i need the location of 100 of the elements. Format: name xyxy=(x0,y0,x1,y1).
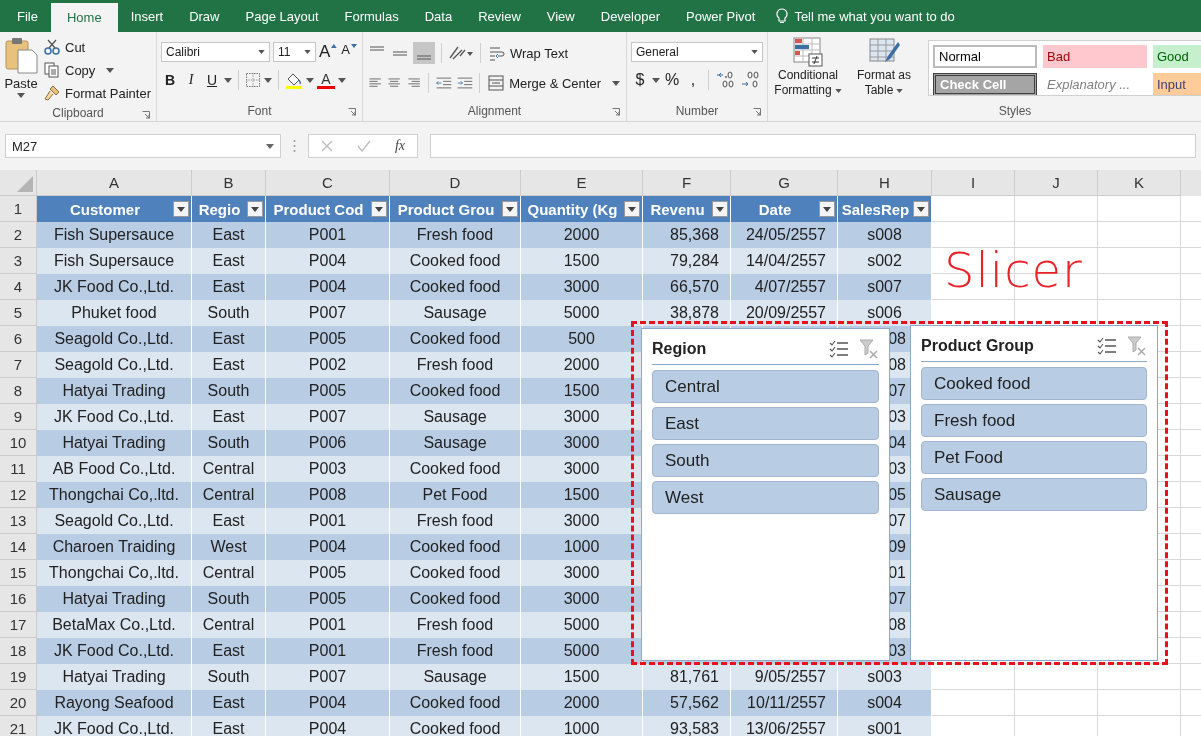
row-number[interactable]: 13 xyxy=(0,508,37,534)
row-number[interactable]: 1 xyxy=(0,196,37,222)
caret-icon[interactable] xyxy=(338,77,346,83)
caret-icon[interactable] xyxy=(652,77,660,83)
percent-button[interactable]: % xyxy=(663,70,681,90)
filter-button[interactable] xyxy=(371,201,387,217)
fill-color-icon[interactable] xyxy=(285,71,303,89)
slicer-item[interactable]: Pet Food xyxy=(921,441,1147,474)
row-number[interactable]: 11 xyxy=(0,456,37,482)
row-number[interactable]: 6 xyxy=(0,326,37,352)
currency-button[interactable]: $ xyxy=(631,70,649,90)
filter-button[interactable] xyxy=(173,201,189,217)
ribbon-tab[interactable]: Formulas xyxy=(331,0,412,32)
column-letter[interactable]: H xyxy=(838,170,932,196)
merge-center-button[interactable]: Merge & Center xyxy=(486,72,622,94)
column-letter[interactable]: F xyxy=(643,170,731,196)
cut-button[interactable]: Cut xyxy=(42,36,153,58)
column-letter[interactable]: B xyxy=(192,170,266,196)
insert-function-button[interactable]: fx xyxy=(394,138,405,154)
number-format-dropdown[interactable]: General xyxy=(631,42,763,62)
row-number[interactable]: 16 xyxy=(0,586,37,612)
column-letter[interactable]: K xyxy=(1098,170,1181,196)
row-number[interactable]: 20 xyxy=(0,690,37,716)
column-letter[interactable]: D xyxy=(390,170,521,196)
row-number[interactable]: 3 xyxy=(0,248,37,274)
filter-button[interactable] xyxy=(624,201,640,217)
filter-button[interactable] xyxy=(819,201,835,217)
ribbon-tab[interactable]: Review xyxy=(465,0,534,32)
increase-decimal-icon[interactable] xyxy=(715,70,737,90)
row-number[interactable]: 19 xyxy=(0,664,37,690)
filter-button[interactable] xyxy=(247,201,263,217)
ribbon-tab[interactable]: Draw xyxy=(176,0,233,32)
cell-style[interactable]: Explanatory ... xyxy=(1043,73,1147,95)
cell-style[interactable]: Bad xyxy=(1043,45,1147,68)
row-number[interactable]: 4 xyxy=(0,274,37,300)
row-number[interactable]: 10 xyxy=(0,430,37,456)
row-number[interactable]: 18 xyxy=(0,638,37,664)
underline-button[interactable]: U xyxy=(203,70,221,90)
cell-style[interactable]: Normal xyxy=(933,45,1037,68)
borders-icon[interactable] xyxy=(245,72,261,88)
shrink-font-button[interactable]: A xyxy=(340,42,358,62)
ribbon-tab[interactable]: Insert xyxy=(117,0,177,32)
dialog-launcher-icon[interactable] xyxy=(753,108,761,116)
column-letter[interactable]: C xyxy=(266,170,390,196)
dialog-launcher-icon[interactable] xyxy=(612,108,620,116)
cell-style[interactable]: Input xyxy=(1153,73,1201,95)
dialog-launcher-icon[interactable] xyxy=(348,108,356,116)
filter-button[interactable] xyxy=(712,201,728,217)
grow-font-button[interactable]: A xyxy=(319,42,337,62)
format-as-table-button[interactable]: Format as Table xyxy=(848,36,920,101)
format-painter-button[interactable]: Format Painter xyxy=(42,82,153,104)
slicer-item[interactable]: Fresh food xyxy=(921,404,1147,437)
column-letter[interactable]: A xyxy=(37,170,192,196)
column-letter[interactable]: J xyxy=(1015,170,1098,196)
formula-input[interactable] xyxy=(430,134,1196,158)
tell-me-search[interactable]: Tell me what you want to do xyxy=(794,8,955,24)
conditional-formatting-button[interactable]: Conditional Formatting xyxy=(772,36,844,101)
wrap-text-button[interactable]: Wrap Text xyxy=(487,42,571,64)
dialog-launcher-icon[interactable] xyxy=(142,111,150,119)
row-number[interactable]: 17 xyxy=(0,612,37,638)
ribbon-tab[interactable]: View xyxy=(533,0,588,32)
comma-button[interactable]: , xyxy=(684,70,702,90)
slicer-item[interactable]: Central xyxy=(652,370,879,403)
ribbon-tab[interactable]: Home xyxy=(50,3,118,32)
ribbon-tab[interactable]: Data xyxy=(411,0,466,32)
font-color-button[interactable]: A xyxy=(317,71,335,89)
slicer-item[interactable]: East xyxy=(652,407,879,440)
row-number[interactable]: 5 xyxy=(0,300,37,326)
caret-icon[interactable] xyxy=(224,77,232,83)
bold-button[interactable]: B xyxy=(161,70,179,90)
filter-button[interactable] xyxy=(913,201,929,217)
column-letter[interactable]: E xyxy=(521,170,643,196)
slicer-item[interactable]: South xyxy=(652,444,879,477)
text-orientation-icon[interactable] xyxy=(448,44,474,62)
copy-button[interactable]: Copy xyxy=(42,59,153,81)
ribbon-tab[interactable]: File xyxy=(4,0,51,32)
cell-style[interactable]: Good xyxy=(1153,45,1201,68)
row-number[interactable]: 7 xyxy=(0,352,37,378)
filter-button[interactable] xyxy=(502,201,518,217)
name-box[interactable]: M27 xyxy=(5,134,281,158)
multi-select-icon[interactable] xyxy=(829,340,849,358)
slicer-item[interactable]: Cooked food xyxy=(921,367,1147,400)
column-letter[interactable]: I xyxy=(932,170,1015,196)
row-number[interactable]: 21 xyxy=(0,716,37,736)
row-number[interactable]: 8 xyxy=(0,378,37,404)
italic-button[interactable]: I xyxy=(182,70,200,90)
row-number[interactable]: 2 xyxy=(0,222,37,248)
slicer-item[interactable]: Sausage xyxy=(921,478,1147,511)
row-number[interactable]: 15 xyxy=(0,560,37,586)
caret-icon[interactable] xyxy=(306,77,314,83)
row-number[interactable]: 9 xyxy=(0,404,37,430)
caret-icon[interactable] xyxy=(264,77,272,83)
slicer-item[interactable]: West xyxy=(652,481,879,514)
ribbon-tab[interactable]: Power Pivot xyxy=(673,0,769,32)
row-number[interactable]: 12 xyxy=(0,482,37,508)
paste-button[interactable]: Paste xyxy=(4,36,38,104)
font-size-dropdown[interactable]: 11 xyxy=(273,42,316,62)
ribbon-tab[interactable]: Developer xyxy=(587,0,673,32)
decrease-decimal-icon[interactable] xyxy=(740,70,762,90)
font-name-dropdown[interactable]: Calibri xyxy=(161,42,270,62)
